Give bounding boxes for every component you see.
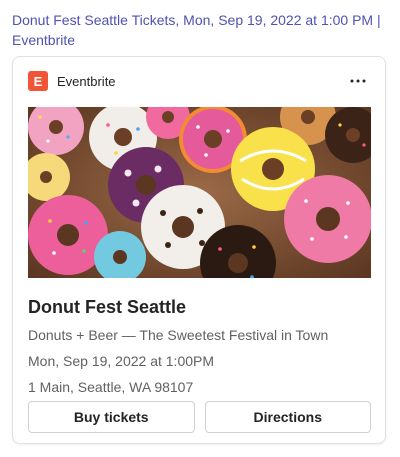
link-preview-page: Donut Fest Seattle Tickets, Mon, Sep 19,… (0, 0, 400, 457)
card-actions: Buy tickets Directions (28, 401, 371, 433)
directions-button[interactable]: Directions (204, 401, 371, 433)
buy-tickets-button[interactable]: Buy tickets (28, 401, 195, 433)
card-header: E Eventbrite (28, 69, 370, 93)
event-hero-image[interactable] (28, 107, 371, 278)
donuts-illustration (28, 107, 371, 278)
provider-name: Eventbrite (57, 73, 116, 89)
event-address: 1 Main, Seattle, WA 98107 (28, 379, 194, 395)
event-title: Donut Fest Seattle (28, 297, 187, 317)
event-datetime: Mon, Sep 19, 2022 at 1:00PM (28, 353, 215, 369)
more-options-button[interactable] (346, 69, 370, 93)
event-subtitle: Donuts + Beer — The Sweetest Festival in… (28, 327, 329, 343)
link-preview-card: E Eventbrite Donut Fest Seattle Donuts +… (12, 56, 386, 444)
more-horizontal-icon (350, 79, 366, 83)
link-title[interactable]: Donut Fest Seattle Tickets, Mon, Sep 19,… (12, 10, 390, 50)
eventbrite-logo-icon: E (28, 71, 48, 91)
